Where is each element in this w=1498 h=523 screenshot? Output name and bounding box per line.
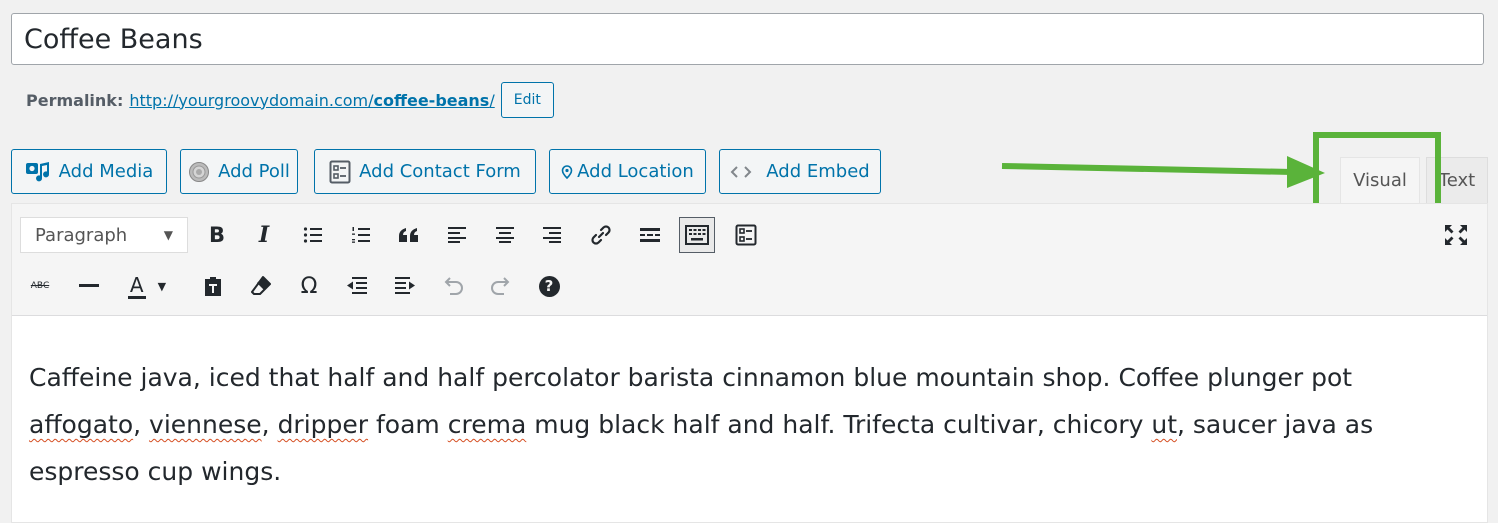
redo-icon[interactable] (483, 268, 519, 304)
contact-form-icon (329, 160, 351, 183)
media-icon (25, 161, 49, 181)
add-media-button[interactable]: Add Media (11, 149, 167, 194)
format-select[interactable]: Paragraph ▼ (20, 217, 188, 253)
misspelled-word: ut (1151, 410, 1177, 439)
post-title-input[interactable] (11, 13, 1484, 65)
editor: Paragraph ▼ B I ABC A ▼ Ω ? Caffeine jav… (11, 203, 1488, 523)
permalink-edit-button[interactable]: Edit (500, 82, 554, 118)
undo-icon[interactable] (435, 268, 471, 304)
permalink-slug: coffee-beans (373, 90, 490, 110)
numbered-list-icon[interactable] (343, 217, 379, 253)
indent-icon[interactable] (387, 268, 423, 304)
toolbar-row-2: ABC A ▼ Ω ? (12, 265, 1487, 309)
link-icon[interactable] (583, 217, 619, 253)
read-more-icon[interactable] (632, 217, 668, 253)
add-embed-button[interactable]: Add Embed (719, 149, 881, 194)
blockquote-icon[interactable] (391, 217, 427, 253)
permalink-row: Permalink: http://yourgroovydomain.com/c… (26, 82, 554, 118)
editor-content[interactable]: Caffeine java, iced that half and half p… (29, 354, 1447, 495)
misspelled-word: dripper (277, 410, 369, 439)
editor-toolbar: Paragraph ▼ B I ABC A ▼ Ω ? (12, 204, 1487, 316)
align-right-icon[interactable] (534, 217, 570, 253)
paste-text-icon[interactable] (195, 268, 231, 304)
annotation-arrow (1001, 156, 1325, 188)
permalink-link[interactable]: http://yourgroovydomain.com/coffee-beans… (129, 91, 494, 110)
add-location-button[interactable]: Add Location (549, 149, 706, 194)
bold-icon[interactable]: B (199, 217, 235, 253)
poll-icon (189, 161, 210, 182)
toolbar-toggle-icon[interactable] (679, 217, 715, 253)
italic-icon[interactable]: I (246, 217, 282, 253)
misspelled-word: crema (447, 410, 527, 439)
align-left-icon[interactable] (439, 217, 475, 253)
chevron-down-icon: ▼ (163, 228, 173, 242)
strikethrough-icon[interactable]: ABC (22, 268, 58, 304)
location-icon (561, 164, 573, 179)
align-center-icon[interactable] (487, 217, 523, 253)
special-character-icon[interactable]: Ω (291, 268, 327, 304)
misspelled-word: affogato (29, 410, 134, 439)
embed-icon (730, 165, 752, 178)
help-icon[interactable]: ? (531, 268, 567, 304)
toolbar-row-1: Paragraph ▼ B I (12, 214, 1487, 258)
outdent-icon[interactable] (339, 268, 375, 304)
add-contact-form-button[interactable]: Add Contact Form (314, 149, 536, 194)
add-poll-button[interactable]: Add Poll (180, 149, 298, 194)
permalink-label: Permalink: (26, 90, 124, 110)
misspelled-word: viennese (149, 410, 262, 439)
form-icon[interactable] (728, 217, 764, 253)
fullscreen-icon[interactable] (1438, 217, 1474, 253)
text-color-icon[interactable]: A ▼ (120, 268, 174, 304)
clear-formatting-icon[interactable] (243, 268, 279, 304)
horizontal-line-icon[interactable] (71, 268, 107, 304)
bullet-list-icon[interactable] (295, 217, 331, 253)
chevron-down-icon: ▼ (157, 279, 167, 293)
